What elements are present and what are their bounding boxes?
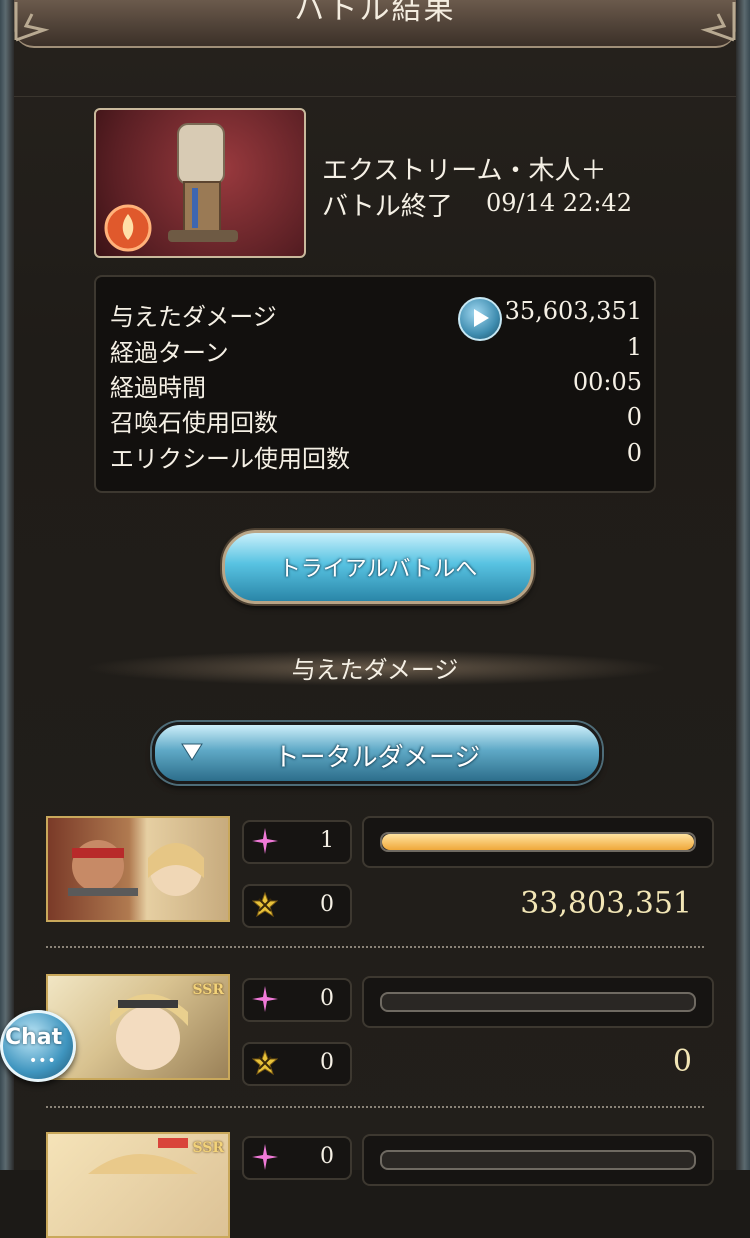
charge-attack-count: 1: [242, 820, 352, 864]
character-portrait[interactable]: SSR: [46, 974, 230, 1080]
charge-count: 0: [320, 1144, 334, 1169]
charge-attack-icon: [252, 828, 278, 854]
damage-bar: [362, 1134, 714, 1186]
damage-type-dropdown[interactable]: トータルダメージ: [152, 722, 602, 784]
stat-label: 召喚石使用回数: [110, 409, 278, 437]
stat-value: 1: [626, 333, 642, 361]
quest-thumbnail: [94, 108, 306, 258]
damage-bar-fill: [382, 834, 694, 850]
stat-value: 35,603,351: [504, 297, 642, 325]
damage-bar-track: [380, 992, 696, 1012]
damage-bar: [362, 816, 714, 868]
chat-button[interactable]: Chat •••: [0, 1010, 76, 1082]
quest-date: 09/14 22:42: [486, 189, 632, 217]
charge-count: 0: [320, 986, 334, 1011]
stat-label: 経過ターン: [110, 339, 229, 367]
charge-attack-icon: [252, 986, 278, 1012]
chat-dots: •••: [29, 1053, 57, 1069]
trial-battle-label: トライアルバトルへ: [278, 557, 478, 582]
skill-count: 0: [242, 1042, 352, 1086]
charge-attack-icon: [252, 1144, 278, 1170]
charge-attack-count: 0: [242, 978, 352, 1022]
skill-icon: [252, 1050, 278, 1076]
trial-battle-button[interactable]: トライアルバトルへ: [222, 530, 534, 604]
character-portrait[interactable]: [46, 816, 230, 922]
right-frame: [736, 0, 750, 1170]
skill-count-value: 0: [320, 1050, 334, 1075]
header-bar: バトル結果: [14, 0, 736, 48]
stat-row-turns: 経過ターン 1: [110, 333, 642, 367]
rarity-badge: SSR: [192, 1140, 224, 1156]
stat-row-summons: 召喚石使用回数 0: [110, 403, 642, 437]
stat-row-damage: 与えたダメージ 35,603,351: [110, 297, 642, 331]
training-dummy-icon: [104, 123, 238, 252]
rarity-badge: SSR: [192, 982, 224, 998]
stat-label: エリクシール使用回数: [110, 445, 350, 473]
charge-count: 1: [320, 828, 334, 853]
dropdown-label: トータルダメージ: [273, 743, 481, 773]
stat-value: 0: [626, 439, 642, 467]
row-divider: [46, 946, 704, 948]
charge-attack-count: 0: [242, 1136, 352, 1180]
divider: [14, 96, 736, 97]
characters-icon: [68, 840, 204, 896]
damage-bar: [362, 976, 714, 1028]
left-frame: [0, 0, 14, 1170]
stat-label: 与えたダメージ: [110, 303, 277, 331]
page-title: バトル結果: [294, 0, 456, 27]
play-icon: [474, 309, 489, 327]
section-title: 与えたダメージ: [291, 656, 459, 684]
stat-value: 0: [626, 403, 642, 431]
character-portrait[interactable]: SSR: [46, 1132, 230, 1238]
quest-name: エクストリーム・木人＋: [322, 156, 607, 186]
battle-stats-box: 与えたダメージ 35,603,351 経過ターン 1 経過時間 00:05 召喚…: [94, 275, 656, 493]
stat-value: 00:05: [572, 368, 642, 396]
stat-row-time: 経過時間 00:05: [110, 368, 642, 402]
damage-value: 0: [672, 1044, 692, 1079]
stat-row-elixirs: エリクシール使用回数 0: [110, 439, 642, 473]
damage-bar-track: [380, 1150, 696, 1170]
chat-label: Chat: [5, 1025, 63, 1050]
damage-value: 33,803,351: [520, 886, 692, 921]
ornament-left-icon: [14, 2, 50, 42]
skill-count-value: 0: [320, 892, 334, 917]
stat-label: 経過時間: [110, 374, 206, 402]
ornament-right-icon: [700, 2, 736, 42]
row-divider: [46, 1106, 704, 1108]
damage-bar-track: [380, 832, 696, 852]
skill-count: 0: [242, 884, 352, 928]
skill-icon: [252, 892, 278, 918]
quest-status: バトル終了: [322, 192, 453, 222]
